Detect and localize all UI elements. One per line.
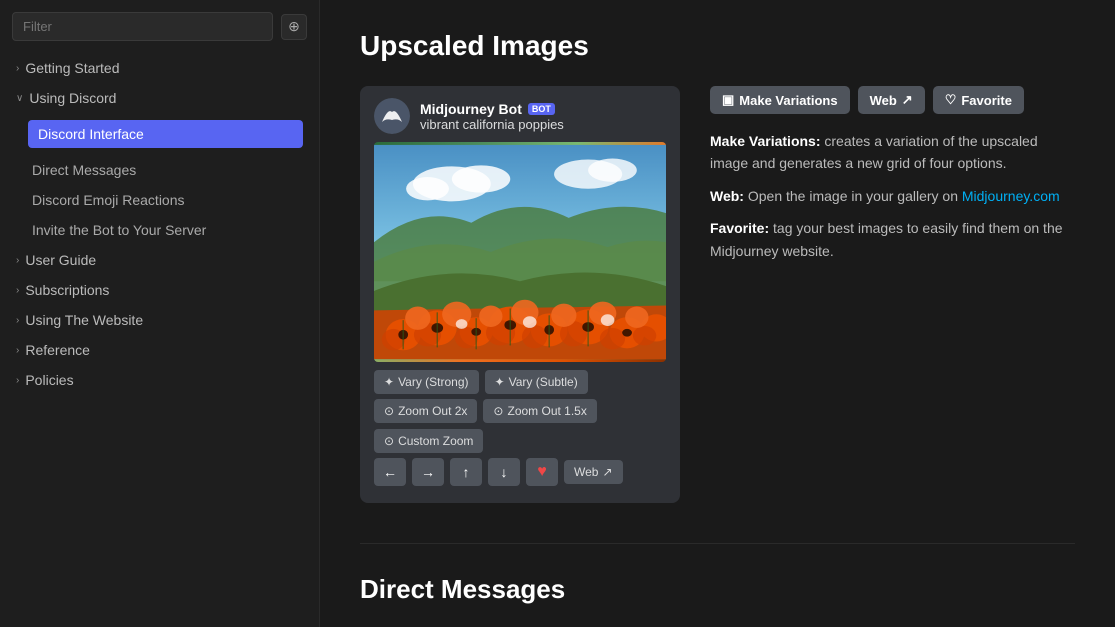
sidebar-item-discord-interface[interactable]: Discord Interface bbox=[0, 113, 319, 155]
favorite-button[interactable]: ♡ Favorite bbox=[933, 86, 1024, 114]
external-link-icon: ↗ bbox=[602, 465, 612, 479]
sidebar-item-label: Reference bbox=[25, 342, 90, 358]
filter-input[interactable] bbox=[12, 12, 273, 41]
make-variations-button[interactable]: ▣ Make Variations bbox=[710, 86, 850, 114]
active-item-label: Discord Interface bbox=[28, 120, 303, 148]
bot-name-wrap: Midjourney Bot BOT bbox=[420, 101, 564, 117]
chevron-right-icon: › bbox=[16, 375, 19, 386]
chevron-down-icon: ∨ bbox=[16, 93, 23, 104]
direct-messages-section: Direct Messages If the #general or #newb… bbox=[360, 574, 1075, 627]
info-panel: ▣ Make Variations Web ↗ ♡ Favorite Make … bbox=[710, 86, 1075, 272]
info-favorite: Favorite: tag your best images to easily… bbox=[710, 217, 1075, 262]
chevron-right-icon: › bbox=[16, 63, 19, 74]
arrow-up-button[interactable]: ↑ bbox=[450, 458, 482, 486]
web-label: Web: bbox=[710, 188, 744, 204]
info-web: Web: Open the image in your gallery on M… bbox=[710, 185, 1075, 207]
avatar bbox=[374, 98, 410, 134]
zoom-out-2x-button[interactable]: ⊙ Zoom Out 2x bbox=[374, 399, 477, 423]
direct-messages-title: Direct Messages bbox=[360, 574, 1075, 605]
web-button[interactable]: Web ↗ bbox=[564, 460, 623, 484]
sidebar-item-discord-emoji-reactions[interactable]: Discord Emoji Reactions bbox=[0, 185, 319, 215]
web-text: Open the image in your gallery on bbox=[748, 188, 962, 204]
arrow-right-button[interactable]: → bbox=[412, 458, 444, 486]
discord-card: Midjourney Bot BOT vibrant california po… bbox=[360, 86, 680, 503]
arrow-buttons-row: ← → ↑ ↓ ♥ Web ↗ bbox=[374, 458, 666, 486]
sidebar-item-label: Direct Messages bbox=[32, 162, 136, 178]
sidebar-item-policies[interactable]: › Policies bbox=[0, 365, 319, 395]
sidebar-item-label: Using The Website bbox=[25, 312, 143, 328]
sidebar: ⊕ › Getting Started ∨ Using Discord Disc… bbox=[0, 0, 320, 627]
vary-subtle-icon: ✦ bbox=[495, 375, 505, 389]
vary-buttons-row: ✦ Vary (Strong) ✦ Vary (Subtle) bbox=[374, 370, 666, 394]
vary-subtle-button[interactable]: ✦ Vary (Subtle) bbox=[485, 370, 588, 394]
sidebar-item-label: Subscriptions bbox=[25, 282, 109, 298]
direct-messages-body: If the #general or #newbie channels are … bbox=[360, 621, 1075, 627]
sidebar-item-direct-messages[interactable]: Direct Messages bbox=[0, 155, 319, 185]
filter-wrap: ⊕ bbox=[0, 0, 319, 49]
info-make-variations: Make Variations: creates a variation of … bbox=[710, 130, 1075, 175]
chevron-right-icon: › bbox=[16, 255, 19, 266]
heart-icon: ♡ bbox=[945, 92, 957, 108]
bot-header: Midjourney Bot BOT vibrant california po… bbox=[374, 98, 666, 134]
action-button-row: ▣ Make Variations Web ↗ ♡ Favorite bbox=[710, 86, 1075, 114]
vary-strong-icon: ✦ bbox=[384, 375, 394, 389]
external-link-icon: ↗ bbox=[902, 92, 913, 108]
custom-zoom-button[interactable]: ⊙ Custom Zoom bbox=[374, 429, 483, 453]
arrow-down-button[interactable]: ↓ bbox=[488, 458, 520, 486]
main-content: Upscaled Images Midjourney Bot BOT v bbox=[320, 0, 1115, 627]
zoom-icon: ⊙ bbox=[384, 404, 394, 418]
page-title: Upscaled Images bbox=[360, 30, 1075, 62]
bot-name: Midjourney Bot bbox=[420, 101, 522, 117]
section-divider bbox=[360, 543, 1075, 544]
variations-icon: ▣ bbox=[722, 92, 734, 108]
chevron-right-icon: › bbox=[16, 285, 19, 296]
chevron-right-icon: › bbox=[16, 345, 19, 356]
sidebar-item-subscriptions[interactable]: › Subscriptions bbox=[0, 275, 319, 305]
vary-strong-button[interactable]: ✦ Vary (Strong) bbox=[374, 370, 479, 394]
heart-button[interactable]: ♥ bbox=[526, 458, 558, 486]
sidebar-item-label: Invite the Bot to Your Server bbox=[32, 222, 206, 238]
zoom-out-1-5x-button[interactable]: ⊙ Zoom Out 1.5x bbox=[483, 399, 596, 423]
filter-expand-button[interactable]: ⊕ bbox=[281, 14, 307, 40]
sidebar-item-label: Using Discord bbox=[29, 90, 116, 106]
bot-prompt: vibrant california poppies bbox=[420, 117, 564, 132]
chevron-right-icon: › bbox=[16, 315, 19, 326]
nav-section: › Getting Started ∨ Using Discord Discor… bbox=[0, 49, 319, 399]
upscaled-image bbox=[374, 142, 666, 362]
sidebar-item-reference[interactable]: › Reference bbox=[0, 335, 319, 365]
sidebar-item-label: Discord Emoji Reactions bbox=[32, 192, 185, 208]
make-variations-label: Make Variations: bbox=[710, 133, 821, 149]
sidebar-item-label: Getting Started bbox=[25, 60, 119, 76]
sidebar-item-label: Policies bbox=[25, 372, 73, 388]
arrow-left-button[interactable]: ← bbox=[374, 458, 406, 486]
web-action-button[interactable]: Web ↗ bbox=[858, 86, 925, 114]
bot-info: Midjourney Bot BOT vibrant california po… bbox=[420, 101, 564, 132]
sidebar-item-getting-started[interactable]: › Getting Started bbox=[0, 53, 319, 83]
bot-badge: BOT bbox=[528, 103, 555, 115]
sidebar-item-user-guide[interactable]: › User Guide bbox=[0, 245, 319, 275]
zoom-buttons-row: ⊙ Zoom Out 2x ⊙ Zoom Out 1.5x ⊙ Custom Z… bbox=[374, 399, 666, 453]
upscale-section: Midjourney Bot BOT vibrant california po… bbox=[360, 86, 1075, 503]
favorite-label: Favorite: bbox=[710, 220, 769, 236]
sidebar-item-label: User Guide bbox=[25, 252, 96, 268]
sidebar-item-using-the-website[interactable]: › Using The Website bbox=[0, 305, 319, 335]
sidebar-item-invite-bot[interactable]: Invite the Bot to Your Server bbox=[0, 215, 319, 245]
zoom-icon: ⊙ bbox=[384, 434, 394, 448]
midjourney-link[interactable]: Midjourney.com bbox=[962, 188, 1060, 204]
sidebar-item-using-discord[interactable]: ∨ Using Discord bbox=[0, 83, 319, 113]
zoom-icon: ⊙ bbox=[493, 404, 503, 418]
